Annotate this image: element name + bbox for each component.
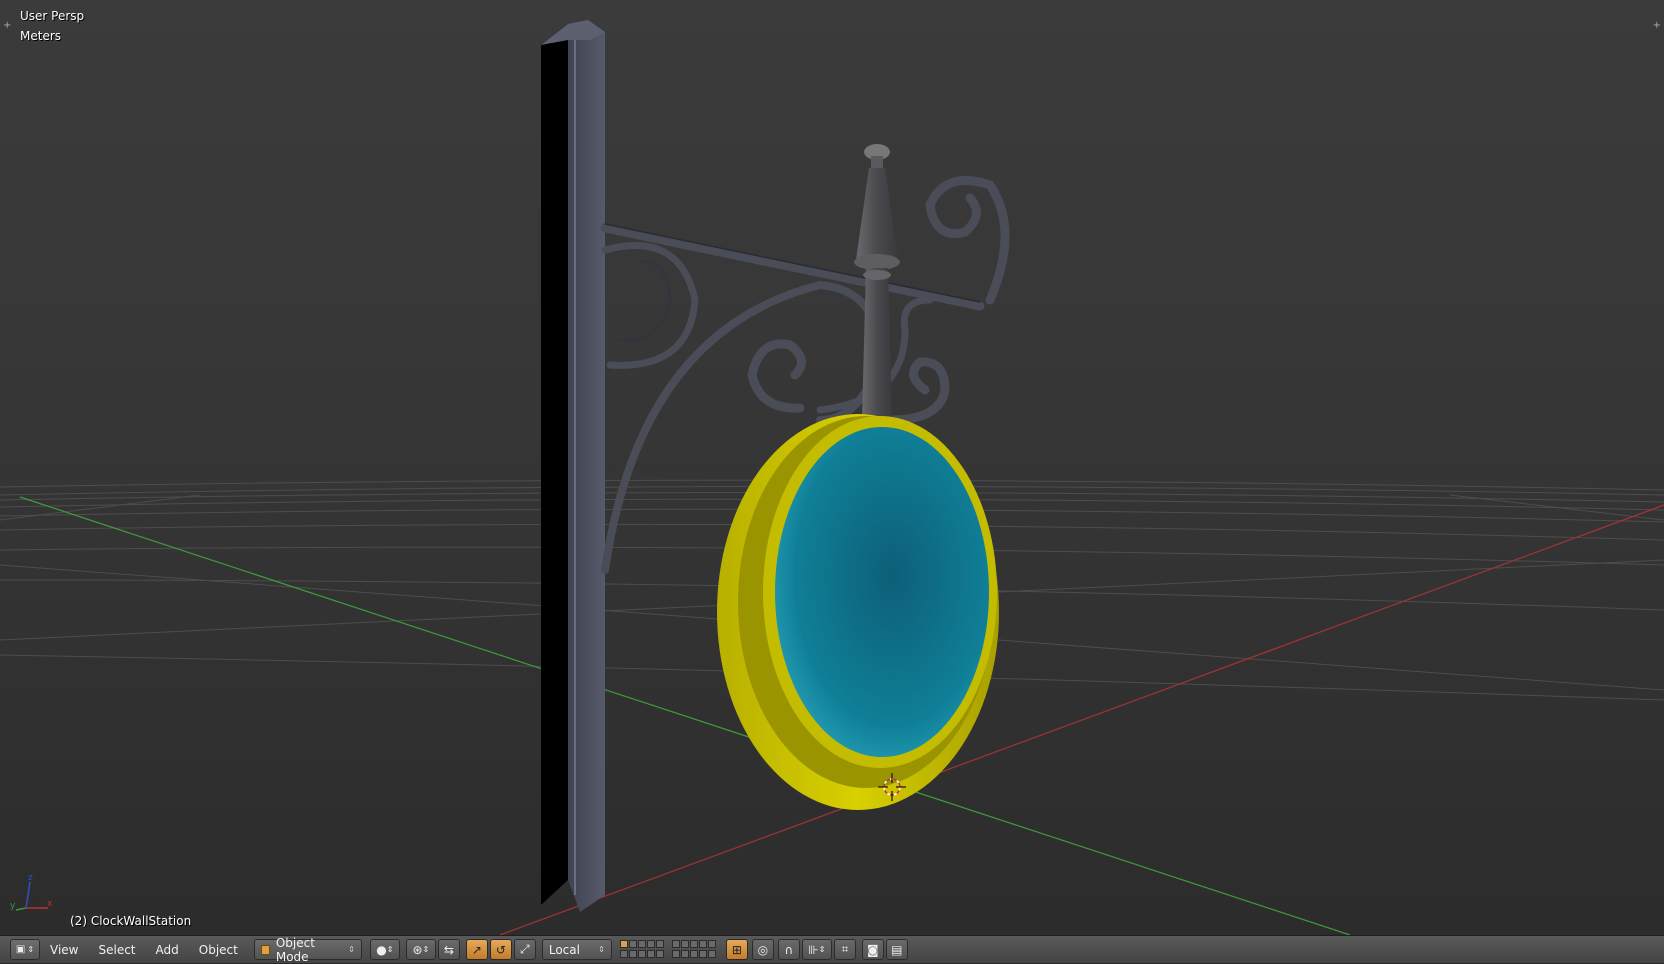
- layer-9[interactable]: [698, 939, 707, 948]
- translate-manipulator-button[interactable]: ↗: [465, 939, 488, 960]
- x-axis-line: [499, 504, 1664, 935]
- layer-11[interactable]: [619, 950, 628, 958]
- snap-target-button[interactable]: ⌗: [833, 939, 856, 960]
- layer-7[interactable]: [680, 939, 689, 948]
- axis-label-x: x: [47, 899, 53, 909]
- proportional-edit-button[interactable]: ◎: [751, 939, 774, 960]
- clock: [717, 414, 999, 810]
- unit-system-label: Meters: [20, 29, 62, 43]
- snap-toggle-icon: ∩: [784, 942, 794, 957]
- layer-8[interactable]: [689, 939, 698, 948]
- layer-6[interactable]: [671, 939, 680, 948]
- scale-manipulator-button[interactable]: ⤢: [513, 939, 536, 960]
- layer-grid-b[interactable]: [671, 939, 718, 960]
- layer-3[interactable]: [637, 939, 646, 948]
- updown-arrows-icon: ⇕: [422, 945, 430, 954]
- updown-arrows-icon: ⇕: [598, 945, 605, 954]
- updown-arrows-icon: ⇕: [818, 945, 826, 954]
- layer-17[interactable]: [680, 950, 689, 958]
- mode-dropdown[interactable]: Object Mode ⇕: [253, 936, 362, 964]
- menu-add[interactable]: Add: [146, 939, 189, 960]
- pivot-point-dropdown[interactable]: ⊛ ⇕: [405, 939, 436, 960]
- transform-orientation-dropdown[interactable]: Local ⇕: [541, 939, 612, 960]
- snap-target-icon: ⊪: [808, 942, 819, 957]
- translate-icon: ↗: [471, 942, 482, 957]
- axis-label-y: y: [10, 901, 16, 911]
- rotate-icon: ↺: [495, 942, 506, 957]
- 3d-viewport[interactable]: x y z User Persp Meters (2) ClockWallSta…: [0, 0, 1664, 935]
- render-anim-icon: ▤: [891, 942, 903, 957]
- updown-arrows-icon: ⇕: [386, 945, 394, 954]
- layer-grid-a[interactable]: [619, 939, 666, 960]
- layer-1[interactable]: [619, 939, 628, 948]
- lock-layers-button[interactable]: ⊞: [725, 939, 748, 960]
- layer-19[interactable]: [698, 950, 707, 958]
- orientation-label: Local: [548, 942, 580, 957]
- manipulator-toggle-icon: ⇆: [443, 942, 454, 957]
- axis-gizmo: [15, 881, 48, 911]
- layer-16[interactable]: [671, 950, 680, 958]
- rotate-manipulator-button[interactable]: ↺: [489, 939, 512, 960]
- scene-render: x y z: [0, 20, 1664, 935]
- layer-14[interactable]: [646, 950, 655, 958]
- axis-label-z: z: [28, 873, 33, 883]
- view-name-label: User Persp: [20, 9, 85, 23]
- updown-arrows-icon: ⇕: [348, 945, 355, 954]
- layer-10[interactable]: [707, 939, 716, 948]
- proportional-edit-icon: ◎: [757, 942, 769, 957]
- render-still-icon: ◙: [867, 942, 879, 957]
- layer-12[interactable]: [628, 950, 637, 958]
- render-anim-button[interactable]: ▤: [885, 939, 908, 960]
- solid-sphere-icon: ●: [376, 942, 387, 957]
- viewport-shading-dropdown[interactable]: ● ⇕: [369, 939, 400, 960]
- layer-2[interactable]: [628, 939, 637, 948]
- 3d-view-header: ▣ ⇕ View Select Add Object Object Mode ⇕ …: [0, 935, 1664, 964]
- active-object-label: (2) ClockWallStation: [70, 914, 192, 928]
- menu-select[interactable]: Select: [88, 939, 145, 960]
- manipulator-toggle-button[interactable]: ⇆: [437, 939, 460, 960]
- layer-18[interactable]: [689, 950, 698, 958]
- area-split-right-icon[interactable]: +: [1653, 20, 1661, 31]
- render-still-button[interactable]: ◙: [861, 939, 884, 960]
- view3d-icon: ▣: [15, 944, 26, 955]
- layer-13[interactable]: [637, 950, 646, 958]
- updown-arrows-icon: ⇕: [27, 945, 35, 954]
- area-split-left-icon[interactable]: +: [3, 20, 11, 31]
- mode-label: Object Mode: [275, 935, 315, 964]
- snap-element-dropdown[interactable]: ⊪ ⇕: [801, 939, 832, 960]
- menu-view[interactable]: View: [40, 939, 88, 960]
- editor-type-selector[interactable]: ▣ ⇕: [10, 939, 40, 960]
- lock-camera-icon: ⊞: [731, 942, 742, 957]
- snap-grid-icon: ⌗: [841, 942, 849, 956]
- wall-post: [541, 20, 605, 912]
- menu-object[interactable]: Object: [189, 939, 248, 960]
- y-axis-line: [19, 496, 1351, 935]
- snap-toggle-button[interactable]: ∩: [777, 939, 800, 960]
- scale-icon: ⤢: [520, 942, 530, 956]
- object-mode-cube-icon: [260, 944, 270, 955]
- layer-4[interactable]: [646, 939, 655, 948]
- pivot-point-icon: ⊛: [412, 942, 423, 957]
- layer-15[interactable]: [655, 950, 664, 958]
- layer-5[interactable]: [655, 939, 664, 948]
- layer-20[interactable]: [707, 950, 716, 958]
